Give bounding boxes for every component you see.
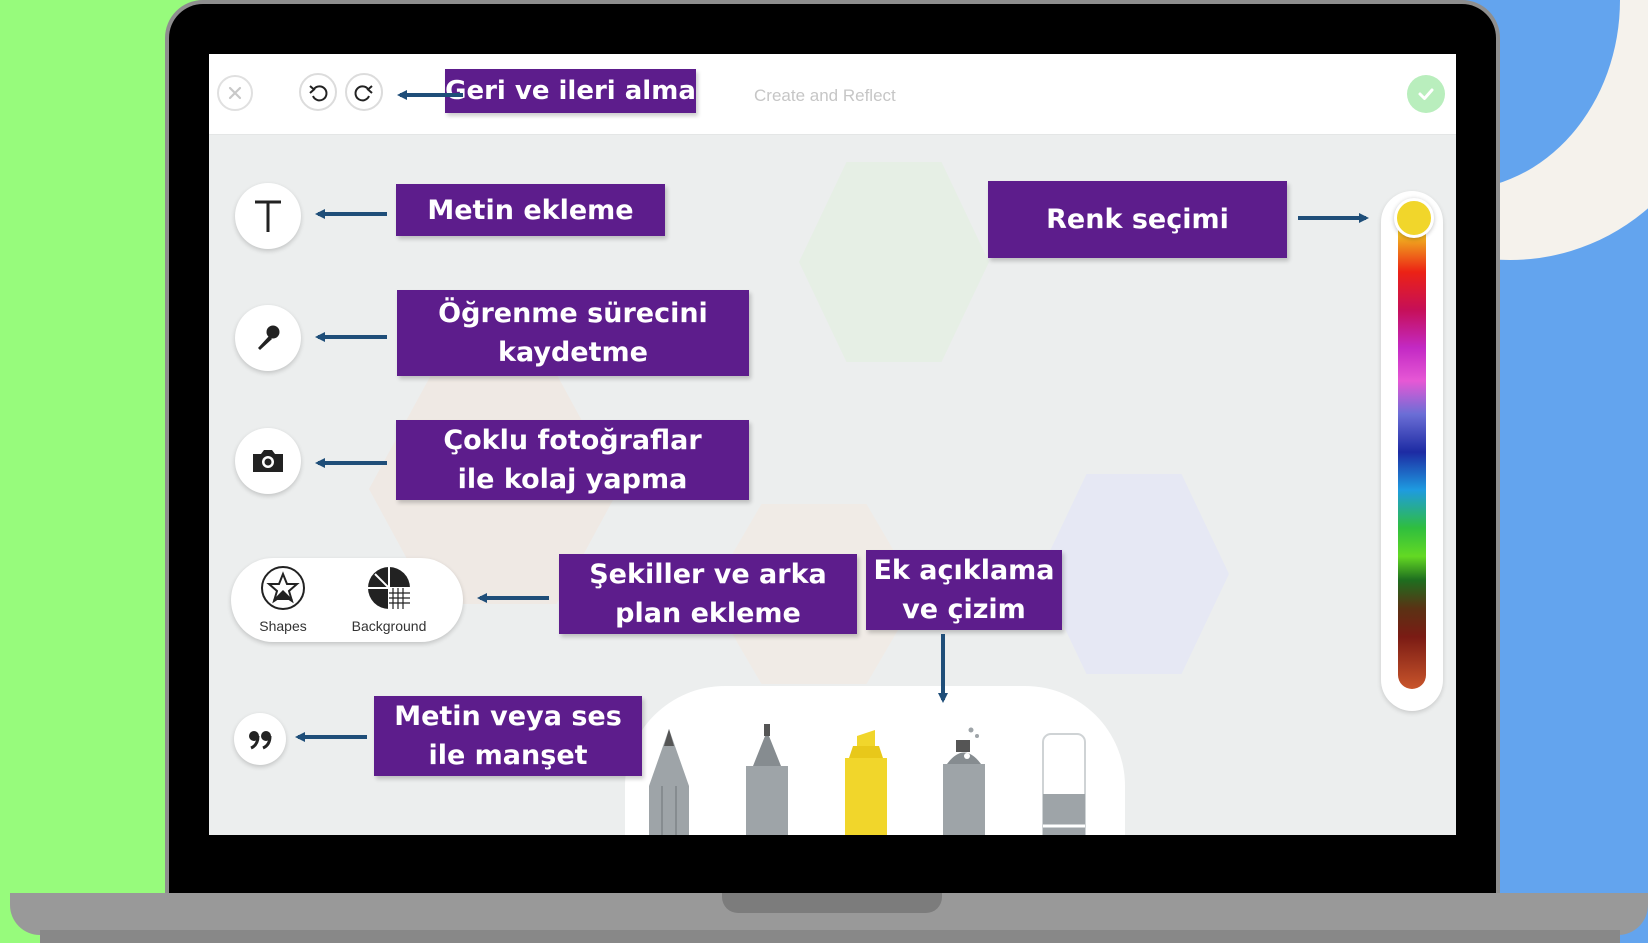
airbrush-tool[interactable] (943, 727, 985, 836)
star-shape-icon (261, 566, 305, 610)
redo-icon (354, 85, 373, 102)
close-button[interactable] (217, 75, 253, 111)
color-slider[interactable] (1381, 191, 1443, 711)
annotation-drawing-label: Ek açıklama ve çizim (866, 550, 1062, 630)
top-bar: Create and Reflect (209, 54, 1456, 135)
color-selection-label: Renk seçimi (988, 181, 1287, 258)
quote-icon (249, 731, 272, 750)
background-button[interactable]: Background (341, 564, 437, 634)
eraser-tool[interactable] (1042, 733, 1086, 835)
shapes-label: Shapes (259, 618, 307, 634)
add-text-label: Metin ekleme (396, 184, 665, 236)
laptop-base-shadow (40, 930, 1620, 943)
microphone-tool-button[interactable] (235, 305, 301, 371)
record-learning-label: Öğrenme sürecini kaydetme (397, 290, 749, 376)
text-tool-button[interactable] (235, 183, 301, 249)
pen-tool[interactable] (746, 724, 788, 835)
color-slider-thumb[interactable] (1394, 198, 1434, 238)
shapes-background-panel: Shapes Background (231, 558, 463, 642)
pencil-tool[interactable] (649, 729, 689, 835)
quote-tool-button[interactable] (234, 713, 286, 765)
undo-redo-label: Geri ve ileri alma (445, 69, 696, 113)
redo-button[interactable] (345, 73, 383, 111)
background-label: Background (351, 618, 427, 634)
undo-button[interactable] (299, 73, 337, 111)
camera-tool-button[interactable] (235, 428, 301, 494)
caption-label: Metin veya ses ile manşet (374, 696, 642, 776)
undo-icon (309, 85, 328, 102)
color-spectrum-track[interactable] (1398, 215, 1426, 689)
app-title: Create and Reflect (754, 86, 896, 105)
background-grid-icon (368, 567, 410, 609)
photo-collage-label: Çoklu fotoğraflar ile kolaj yapma (396, 420, 749, 500)
drawing-tools (649, 724, 1086, 836)
done-button[interactable] (1407, 75, 1445, 113)
shapes-background-label: Şekiller ve arka plan ekleme (559, 554, 857, 634)
checkmark-icon (1418, 88, 1434, 100)
close-icon (228, 86, 242, 100)
marker-tool[interactable] (845, 730, 887, 835)
text-icon (255, 200, 281, 232)
decorative-hexagon (1039, 474, 1229, 674)
microphone-icon (258, 325, 280, 350)
drawing-tools-tray (625, 686, 1125, 835)
camera-icon (253, 450, 283, 472)
laptop-notch (722, 893, 942, 913)
shapes-button[interactable]: Shapes (253, 564, 313, 634)
decorative-hexagon (799, 162, 989, 362)
